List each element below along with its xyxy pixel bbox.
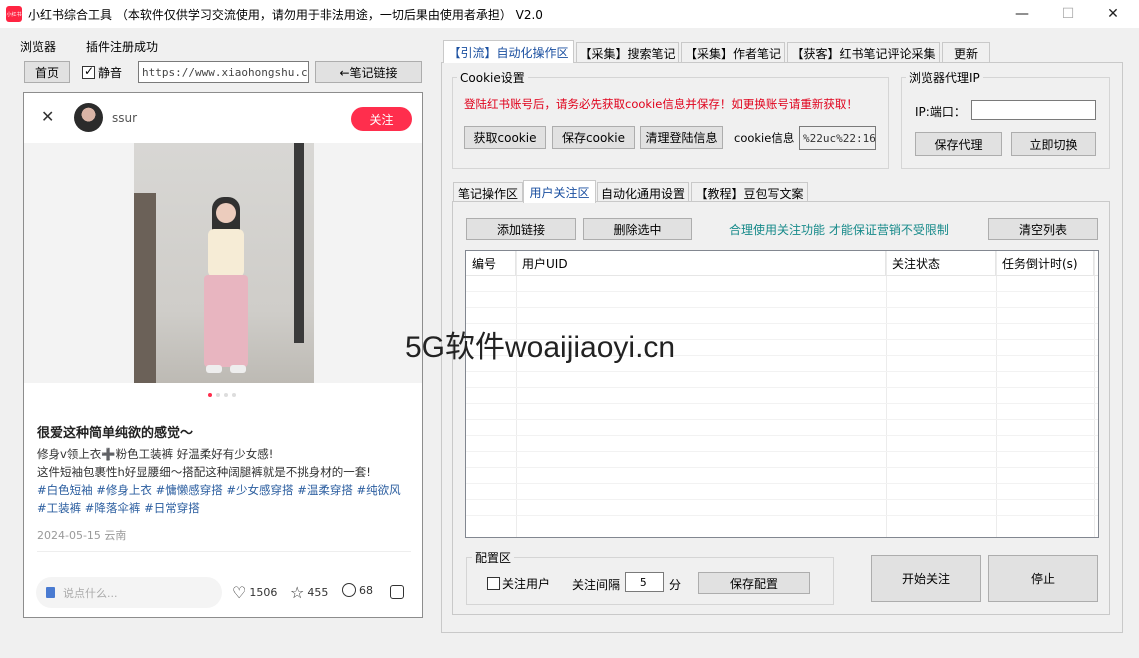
post-date: 2024-05-15 云南 bbox=[37, 529, 127, 542]
delete-selected-button[interactable]: 删除选中 bbox=[583, 218, 692, 240]
tag-link[interactable]: #纯欲风 bbox=[356, 483, 400, 497]
post-divider bbox=[37, 551, 411, 552]
pencil-icon bbox=[46, 587, 55, 598]
interval-unit: 分 bbox=[669, 578, 682, 592]
cookie-group bbox=[452, 77, 889, 169]
photo-pager-dots bbox=[208, 393, 236, 397]
follow-user-check-icon bbox=[487, 577, 500, 590]
share-icon[interactable] bbox=[390, 585, 404, 599]
proxy-group-title: 浏览器代理IP bbox=[906, 69, 983, 86]
comment-button[interactable]: 68 bbox=[342, 583, 373, 597]
start-follow-button[interactable]: 开始关注 bbox=[871, 555, 981, 602]
switch-proxy-button[interactable]: 立即切换 bbox=[1011, 132, 1096, 156]
tag-link[interactable]: #慵懒感穿搭 bbox=[156, 483, 223, 497]
tag-link[interactable]: #日常穿搭 bbox=[144, 501, 200, 515]
username[interactable]: ssur bbox=[112, 111, 137, 125]
sub-tab-1[interactable]: 用户关注区 bbox=[523, 180, 596, 203]
mute-label: 静音 bbox=[98, 66, 123, 80]
like-count: 1506 bbox=[249, 586, 278, 599]
browser-view: ✕ ssur 关注 很爱这种简单纯欲的感觉～ 修身v领上衣➕粉色工装裤 好温柔好… bbox=[23, 92, 423, 618]
right-tab-1[interactable]: 【采集】搜索笔记 bbox=[576, 42, 679, 63]
comment-count: 68 bbox=[359, 583, 373, 597]
follow-notice: 合理使用关注功能 才能保证营销不受限制 bbox=[729, 223, 949, 237]
mute-checkbox[interactable]: ✓ 静音 bbox=[82, 64, 122, 81]
tag-link[interactable]: #修身上衣 bbox=[96, 483, 152, 497]
minimize-button[interactable]: — bbox=[999, 0, 1045, 28]
clear-login-button[interactable]: 清理登陆信息 bbox=[640, 126, 723, 149]
user-table[interactable]: 编号 用户UID 关注状态 任务倒计时(s) bbox=[465, 250, 1099, 538]
column-header-countdown[interactable]: 任务倒计时(s) bbox=[996, 251, 1094, 275]
sub-tab-0[interactable]: 笔记操作区 bbox=[453, 182, 523, 203]
proxy-ip-label: IP:端口： bbox=[915, 105, 966, 119]
column-header-id[interactable]: 编号 bbox=[466, 251, 516, 275]
post-photo[interactable] bbox=[134, 143, 314, 383]
like-button[interactable]: ♡ 1506 bbox=[232, 583, 277, 602]
comment-bubble-icon bbox=[342, 583, 356, 597]
right-tab-0[interactable]: 【引流】自动化操作区 bbox=[443, 40, 574, 63]
right-tab-4[interactable]: 更新 bbox=[942, 42, 990, 63]
stop-button[interactable]: 停止 bbox=[988, 555, 1098, 602]
proxy-ip-input[interactable] bbox=[971, 100, 1096, 120]
interval-input[interactable]: 5 bbox=[625, 572, 664, 592]
watermark: 5G软件woaijiaoyi.cn bbox=[405, 331, 676, 364]
tag-link[interactable]: #温柔穿搭 bbox=[297, 483, 353, 497]
window-title: 小红书综合工具 （本软件仅供学习交流使用，请勿用于非法用途，一切后果由使用者承担… bbox=[28, 8, 543, 22]
post-title: 很爱这种简单纯欲的感觉～ bbox=[37, 426, 194, 441]
star-icon: ☆ bbox=[290, 583, 305, 602]
plugin-status: 插件注册成功 bbox=[86, 40, 159, 54]
title-bar: 小红书 小红书综合工具 （本软件仅供学习交流使用，请勿用于非法用途，一切后果由使… bbox=[0, 0, 1139, 28]
cookie-info-input[interactable]: %22uc%22:16}; bbox=[799, 126, 876, 150]
heart-icon: ♡ bbox=[232, 583, 247, 602]
close-button[interactable]: ✕ bbox=[1090, 0, 1136, 28]
follow-user-label: 关注用户 bbox=[502, 577, 551, 591]
tag-link[interactable]: #少女感穿搭 bbox=[226, 483, 293, 497]
right-tab-2[interactable]: 【采集】作者笔记 bbox=[681, 42, 785, 63]
app-icon: 小红书 bbox=[6, 6, 22, 22]
post-tags: #白色短袖 #修身上衣 #慵懒感穿搭 #少女感穿搭 #温柔穿搭 #纯欲风 #工装… bbox=[37, 481, 407, 517]
column-header-status[interactable]: 关注状态 bbox=[886, 251, 996, 275]
tag-link[interactable]: #白色短袖 bbox=[37, 483, 93, 497]
comment-placeholder: 说点什么... bbox=[63, 586, 118, 600]
cookie-group-title: Cookie设置 bbox=[457, 69, 528, 86]
post-line-1: 修身v领上衣➕粉色工装裤 好温柔好有少女感! bbox=[37, 447, 274, 461]
cookie-info-label: cookie信息 bbox=[734, 131, 795, 145]
save-config-button[interactable]: 保存配置 bbox=[698, 572, 810, 594]
close-post-icon[interactable]: ✕ bbox=[41, 107, 54, 126]
cookie-warning: 登陆红书账号后，请务必先获取cookie信息并保存！如更换账号请重新获取！ bbox=[464, 97, 858, 111]
maximize-button[interactable]: ☐ bbox=[1045, 0, 1091, 28]
note-link-button[interactable]: ←笔记链接 bbox=[315, 61, 422, 83]
tag-link[interactable]: #降落伞裤 bbox=[85, 501, 141, 515]
config-group-title: 配置区 bbox=[472, 549, 515, 566]
column-header-uid[interactable]: 用户UID bbox=[516, 251, 886, 275]
post-line-2: 这件短袖包裹性h好显腰细～搭配这种阔腿裤就是不挑身材的一套! bbox=[37, 465, 371, 479]
clear-list-button[interactable]: 清空列表 bbox=[988, 218, 1098, 240]
follow-button[interactable]: 关注 bbox=[351, 107, 412, 131]
post-photo-area bbox=[24, 143, 422, 383]
home-button[interactable]: 首页 bbox=[24, 61, 70, 83]
browser-tab-label[interactable]: 浏览器 bbox=[20, 38, 56, 55]
mute-check-icon: ✓ bbox=[82, 64, 95, 79]
avatar[interactable] bbox=[74, 103, 103, 132]
interval-label: 关注间隔 bbox=[572, 578, 621, 592]
url-input[interactable]: https://www.xiaohongshu.com/ bbox=[138, 61, 309, 83]
post-body: 修身v领上衣➕粉色工装裤 好温柔好有少女感! 这件短袖包裹性h好显腰细～搭配这种… bbox=[37, 445, 407, 517]
tag-link[interactable]: #工装裤 bbox=[37, 501, 81, 515]
comment-input[interactable]: 说点什么... bbox=[36, 577, 222, 608]
sub-tab-2[interactable]: 自动化通用设置 bbox=[597, 182, 689, 203]
sub-tab-3[interactable]: 【教程】豆包写文案 bbox=[691, 182, 808, 203]
get-cookie-button[interactable]: 获取cookie bbox=[464, 126, 546, 149]
right-tab-3[interactable]: 【获客】红书笔记评论采集 bbox=[787, 42, 940, 63]
save-proxy-button[interactable]: 保存代理 bbox=[915, 132, 1002, 156]
save-cookie-button[interactable]: 保存cookie bbox=[552, 126, 635, 149]
star-button[interactable]: ☆ 455 bbox=[290, 583, 328, 602]
star-count: 455 bbox=[307, 586, 329, 599]
add-link-button[interactable]: 添加链接 bbox=[466, 218, 576, 240]
follow-user-checkbox[interactable]: 关注用户 bbox=[487, 575, 550, 592]
